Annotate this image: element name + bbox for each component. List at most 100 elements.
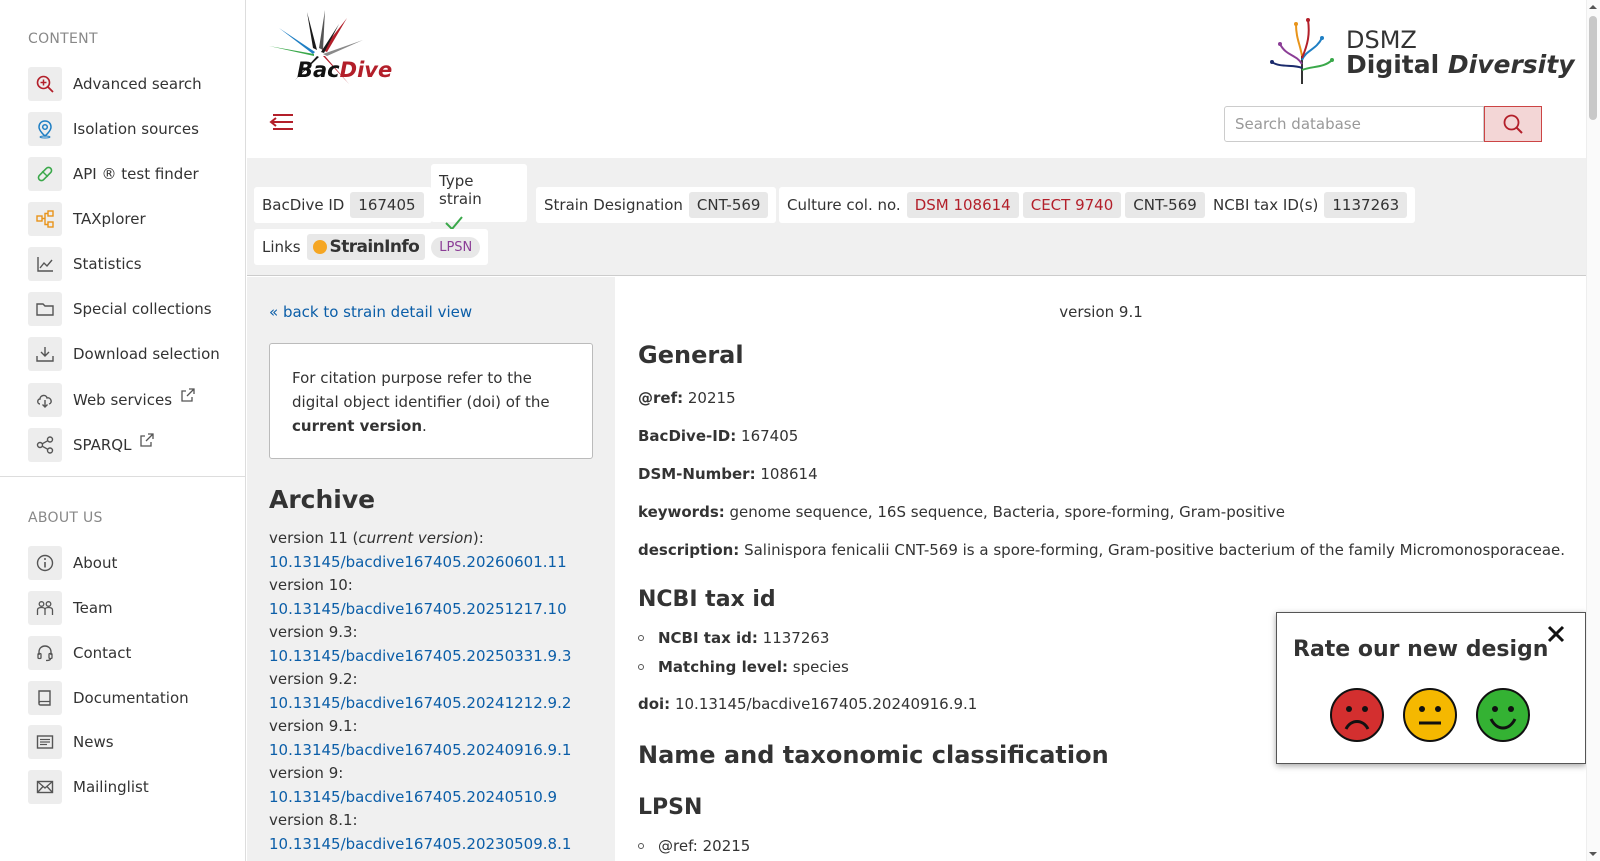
archive-doi-link[interactable]: 10.13145/bacdive167405.20251217.10 [269,598,571,622]
scroll-thumb[interactable] [1589,16,1597,120]
archive-doi-link[interactable]: 10.13145/bacdive167405.20240916.9.1 [269,739,571,763]
search-button[interactable] [1484,106,1542,142]
back-to-strain-link[interactable]: « back to strain detail view [269,303,472,321]
ncbi-tax-id-item: NCBI tax id: 1137263 [638,629,829,647]
sidebar-item-label: Isolation sources [73,120,199,138]
culture-no-cnt: CNT-569 [1125,192,1205,218]
sidebar-item-label: Statistics [73,255,142,273]
archive-version-label: version 9.3: [269,623,358,641]
archive-version-label: version 9.1: [269,717,358,735]
about-section-title: ABOUT US [28,510,103,526]
straininfo-icon [312,240,327,254]
sidebar-item-isolation-sources[interactable]: Isolation sources [28,111,199,147]
folder-icon [28,292,62,326]
ncbi-heading: NCBI tax id [638,587,776,612]
search-plus-icon [28,67,62,101]
neutral-face-icon[interactable] [1402,687,1458,743]
lpsn-ref-item: @ref: 20215 [638,837,750,855]
sidebar-item-api-test-finder[interactable]: API ® test finder [28,156,199,192]
archive-version-label: version 10: [269,576,353,594]
sidebar-item-web-services[interactable]: Web services [28,382,196,418]
logo-text: BacDive [297,58,393,82]
sidebar-item-label: SPARQL [73,436,132,454]
left-panel: « back to strain detail view For citatio… [247,277,615,861]
sidebar-item-label: Contact [73,644,132,662]
dsmz-logo[interactable]: DSMZ Digital Diversity [1266,14,1575,86]
archive-version-label: version 9: [269,764,344,782]
straininfo-link[interactable]: StrainInfo [306,234,426,260]
external-link-icon [140,433,155,447]
sidebar-item-download-selection[interactable]: Download selection [28,336,220,372]
sidebar-item-special-collections[interactable]: Special collections [28,291,212,327]
sidebar-item-about[interactable]: About [28,545,117,581]
rating-popup: Rate our new design [1276,612,1586,764]
lpsn-heading: LPSN [638,795,703,820]
archive-doi-link[interactable]: 10.13145/bacdive167405.20230509.8.1 [269,833,571,857]
close-icon[interactable] [1545,623,1567,645]
links-chip: Links StrainInfo LPSN [254,229,489,265]
sidebar-divider [0,476,246,477]
page-scrollbar[interactable] [1586,0,1600,861]
search-icon [1503,114,1523,134]
ncbi-tax-chip: NCBI tax ID(s) 1137263 [1205,187,1416,223]
dsm-number-line: DSM-Number: 108614 [638,465,818,483]
scroll-up-icon[interactable] [1589,3,1597,11]
sidebar-item-statistics[interactable]: Statistics [28,246,142,282]
sidebar-item-label: API ® test finder [73,165,199,183]
rating-title: Rate our new design [1293,637,1549,662]
sidebar-item-label: Download selection [73,345,220,363]
archive-version-label: version 8.1: [269,811,358,829]
happy-face-icon[interactable] [1475,687,1531,743]
scroll-down-icon[interactable] [1589,850,1597,858]
sidebar-item-taxplorer[interactable]: TAXplorer [28,201,146,237]
citation-note: For citation purpose refer to the digita… [269,343,593,459]
archive-doi-link[interactable]: 10.13145/bacdive167405.20241212.9.2 [269,692,571,716]
sidebar-item-label: Advanced search [73,75,202,93]
sidebar-item-documentation[interactable]: Documentation [28,680,189,716]
envelope-icon [28,770,62,804]
sidebar-item-advanced-search[interactable]: Advanced search [28,66,202,102]
archive-doi-link[interactable]: 10.13145/bacdive167405.20250331.9.3 [269,645,571,669]
share-nodes-icon [28,428,62,462]
sidebar-item-mailinglist[interactable]: Mailinglist [28,769,149,805]
sad-face-icon[interactable] [1329,687,1385,743]
sidebar-item-news[interactable]: News [28,724,114,760]
download-icon [28,337,62,371]
sidebar-item-contact[interactable]: Contact [28,635,131,671]
bacdive-logo[interactable]: BacDive [267,10,392,92]
book-icon [28,681,62,715]
team-icon [28,591,62,625]
cloud-download-icon [28,383,62,417]
type-strain-chip: Type strain [431,164,527,231]
taxonomy-heading: Name and taxonomic classification [638,741,1109,769]
archive-title: Archive [269,485,376,514]
map-pin-icon [28,112,62,146]
culture-link-dsm[interactable]: DSM 108614 [906,192,1019,218]
sidebar-item-label: TAXplorer [73,210,146,228]
description-line: description: Salinispora fenicalii CNT-5… [638,541,1566,559]
sidebar-item-sparql[interactable]: SPARQL [28,427,155,463]
main-content: version 9.1 General @ref: 20215 BacDive-… [616,277,1586,861]
sidebar-item-team[interactable]: Team [28,590,113,626]
ref-line: @ref: 20215 [638,389,736,407]
info-icon [28,546,62,580]
bacdive-id-value: 167405 [350,192,424,218]
archive-doi-link[interactable]: 10.13145/bacdive167405.20260601.11 [269,551,571,575]
external-link-icon [181,388,195,402]
search-input[interactable] [1224,106,1484,142]
lpsn-link[interactable]: LPSN [431,236,481,258]
archive-version-label: version 11 (current version): [269,529,484,547]
sidebar-item-label: About [73,554,118,572]
archive-list: version 11 (current version): 10.13145/b… [269,527,571,856]
bacdive-id-chip: BacDive ID 167405 [254,187,432,223]
line-chart-icon [28,247,62,281]
keywords-line: keywords: genome sequence, 16S sequence,… [638,503,1286,521]
matching-level-item: Matching level: species [638,658,849,676]
culture-link-cect[interactable]: CECT 9740 [1022,192,1122,218]
culture-collection-chip: Culture col. no. DSM 108614 CECT 9740 CN… [779,187,1213,223]
strain-info-bar: BacDive ID 167405 Type strain Strain Desi… [247,158,1586,276]
sidebar-item-label: Documentation [73,689,189,707]
header: BacDive DSMZ Digital Diversity [247,0,1586,158]
archive-doi-link[interactable]: 10.13145/bacdive167405.20240510.9 [269,786,571,810]
menu-collapse-icon[interactable] [269,110,295,134]
